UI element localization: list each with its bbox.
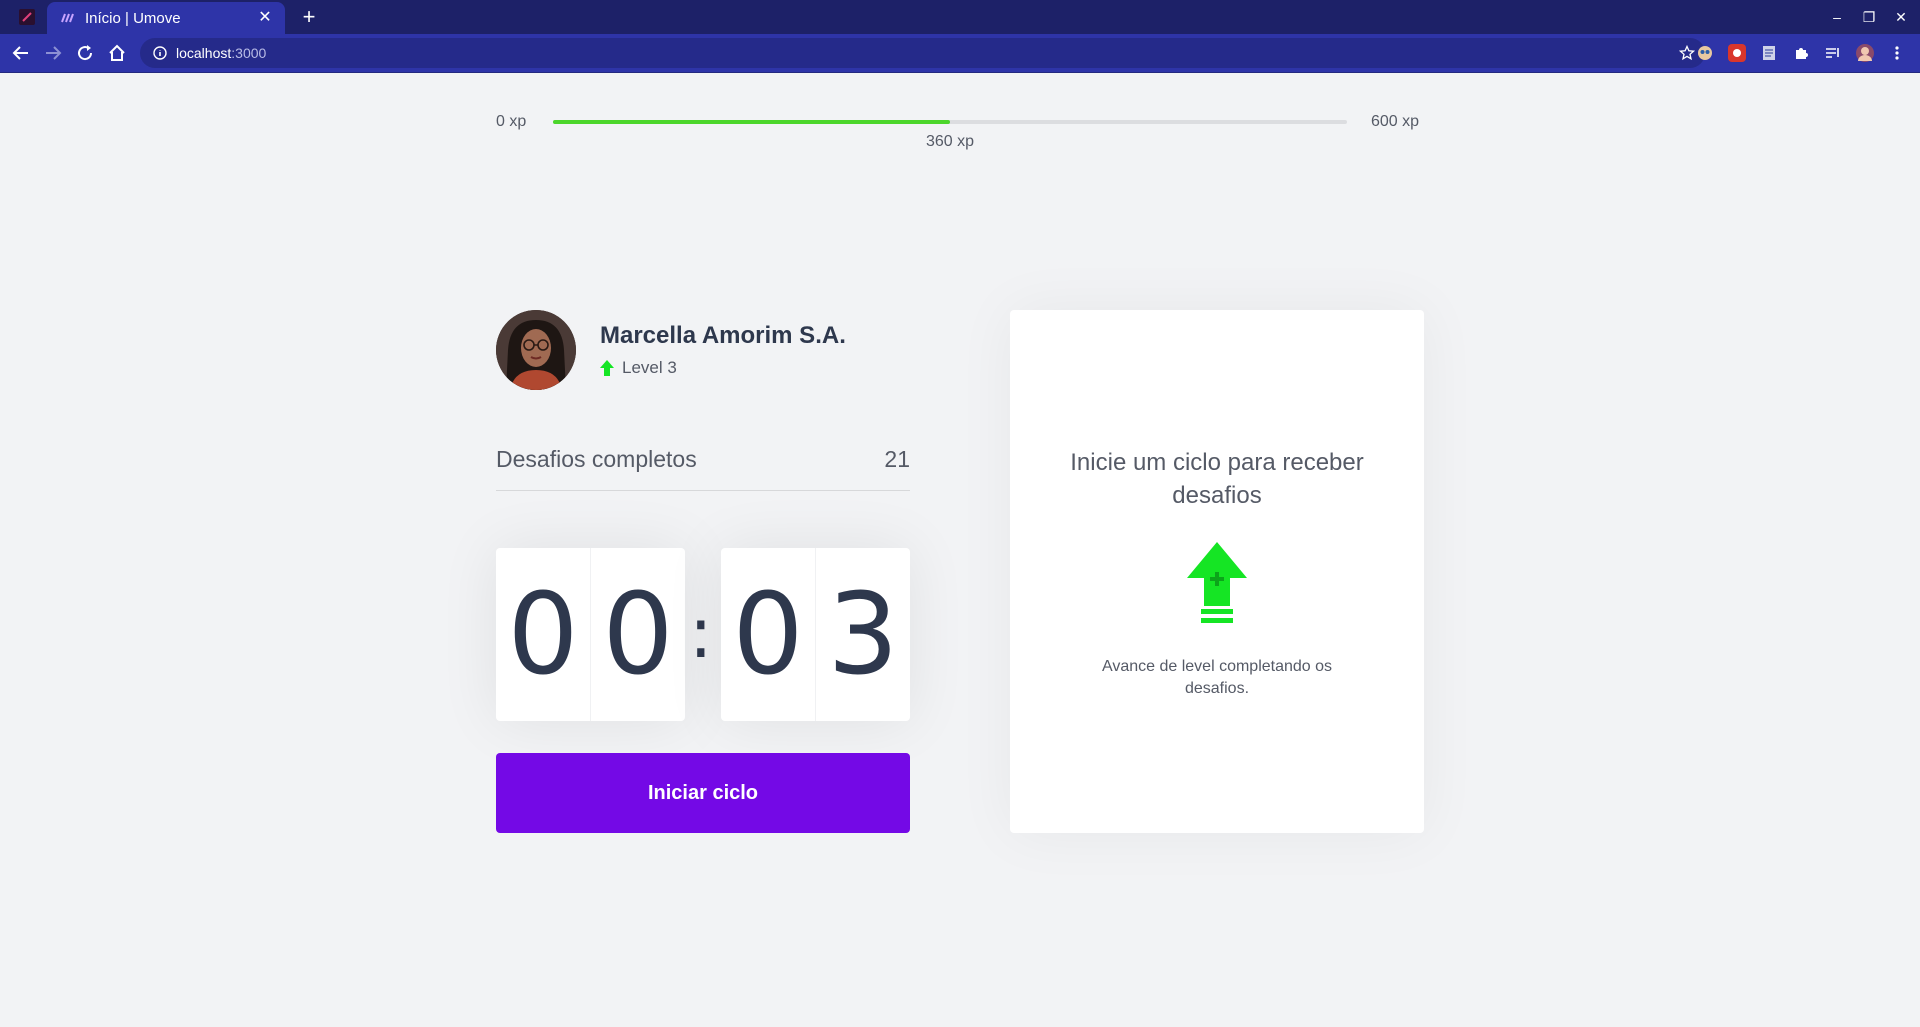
extension-owl-icon[interactable] bbox=[1696, 44, 1714, 62]
reading-list-icon[interactable] bbox=[1824, 44, 1842, 62]
forward-arrow-icon[interactable] bbox=[43, 43, 63, 63]
challenge-box: Inicie um ciclo para receber desafios Av… bbox=[1010, 310, 1424, 833]
second-tens-digit: 0 bbox=[721, 548, 816, 721]
extension-document-icon[interactable] bbox=[1760, 44, 1778, 62]
experience-bar bbox=[553, 120, 1347, 124]
level-up-icon bbox=[1187, 542, 1247, 626]
browser-menu-icon[interactable] bbox=[1888, 44, 1906, 62]
pinned-tab-icon[interactable] bbox=[19, 9, 35, 25]
site-info-icon[interactable] bbox=[152, 45, 168, 61]
start-cycle-button[interactable]: Iniciar ciclo bbox=[496, 753, 910, 833]
url-host: localhost bbox=[176, 45, 232, 61]
second-ones-digit: 3 bbox=[827, 569, 899, 700]
level-up-arrow-icon bbox=[600, 360, 614, 376]
reload-icon[interactable] bbox=[75, 43, 95, 63]
browser-toolbar: localhost :3000 bbox=[0, 34, 1920, 73]
completed-challenges: Desafios completos 21 bbox=[496, 446, 910, 491]
challenge-box-description: Avance de level completando os desafios. bbox=[1101, 658, 1333, 697]
home-icon[interactable] bbox=[107, 43, 127, 63]
completed-challenges-count: 21 bbox=[884, 446, 910, 472]
back-arrow-icon[interactable] bbox=[11, 43, 31, 63]
minute-ones-digit: 0 bbox=[602, 569, 674, 700]
extensions-puzzle-icon[interactable] bbox=[1792, 44, 1810, 62]
countdown-minutes: 0 0 bbox=[496, 548, 685, 721]
minimize-icon[interactable]: – bbox=[1828, 8, 1846, 26]
url-port: :3000 bbox=[231, 45, 267, 61]
xp-end-label: 600 xp bbox=[1371, 113, 1420, 130]
close-window-icon[interactable]: ✕ bbox=[1892, 8, 1910, 26]
profile-avatar-icon[interactable] bbox=[1856, 44, 1874, 62]
avatar bbox=[496, 310, 576, 390]
browser-tab-bar: Início | Umove ✕ + – ❐ ✕ bbox=[0, 0, 1920, 34]
restore-icon[interactable]: ❐ bbox=[1860, 8, 1878, 26]
bookmark-star-icon[interactable] bbox=[1678, 44, 1696, 61]
countdown-seconds: 0 3 bbox=[721, 548, 910, 721]
challenge-box-heading: Inicie um ciclo para receber desafios bbox=[1070, 449, 1364, 509]
umove-favicon-icon bbox=[59, 10, 75, 26]
close-tab-icon[interactable]: ✕ bbox=[257, 10, 273, 26]
completed-challenges-label: Desafios completos bbox=[496, 446, 697, 472]
user-name: Marcella Amorim S.A. bbox=[600, 322, 846, 349]
xp-current-label: 360 xp bbox=[925, 133, 975, 150]
experience-bar-fill bbox=[553, 120, 950, 124]
address-bar[interactable]: localhost :3000 bbox=[140, 38, 1705, 68]
countdown-separator: : bbox=[689, 592, 713, 674]
xp-start-label: 0 xp bbox=[496, 113, 527, 130]
tab-title: Início | Umove bbox=[85, 9, 181, 27]
level-label: Level 3 bbox=[622, 358, 677, 377]
new-tab-icon[interactable]: + bbox=[298, 6, 320, 28]
minute-tens-digit: 0 bbox=[496, 548, 591, 721]
active-tab[interactable]: Início | Umove ✕ bbox=[47, 2, 285, 34]
extension-red-icon[interactable] bbox=[1728, 44, 1746, 62]
level-indicator: Level 3 bbox=[600, 358, 677, 378]
